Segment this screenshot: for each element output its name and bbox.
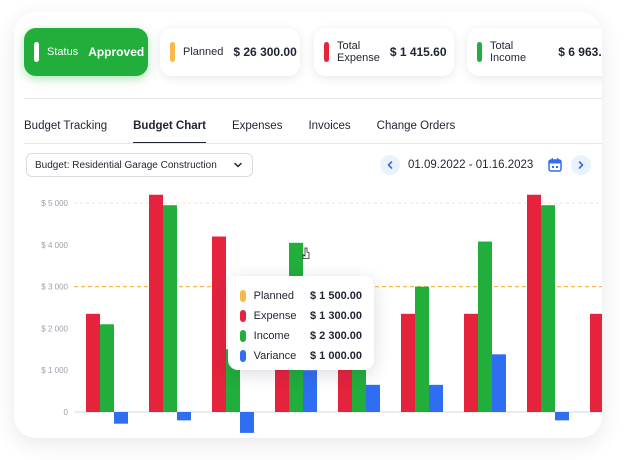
section-divider (24, 98, 602, 99)
calendar-icon[interactable] (547, 157, 563, 173)
prev-range-button[interactable] (380, 155, 400, 175)
expense-bar (149, 194, 163, 412)
status-badge: Status Approved (24, 28, 148, 76)
chevron-right-icon (579, 161, 584, 169)
expense-bar (86, 313, 100, 412)
tooltip-label: Income (253, 330, 290, 342)
tooltip-value: $ 2 300.00 (310, 330, 362, 342)
tab-change-orders[interactable]: Change Orders (377, 120, 456, 144)
tooltip-label: Expense (253, 310, 297, 322)
variance-bar (177, 412, 191, 421)
expense-bar (464, 313, 478, 412)
tab-bar: Budget Tracking Budget Chart Expenses In… (24, 120, 481, 144)
income-indicator (477, 42, 482, 62)
status-indicator (34, 42, 39, 62)
budget-select[interactable]: Budget: Residential Garage Construction (26, 153, 253, 177)
tab-budget-chart[interactable]: Budget Chart (133, 120, 206, 144)
tooltip-row-planned: Planned $ 1 500.00 (240, 286, 362, 306)
variance-bar (492, 354, 506, 412)
chevron-down-icon (234, 162, 242, 168)
kpi-total-income: Total Income $ 6 963.28 (467, 28, 602, 76)
tooltip-label: Planned (253, 290, 295, 302)
tab-expenses[interactable]: Expenses (232, 120, 283, 144)
expense-label: Total Expense (337, 40, 380, 64)
planned-indicator (170, 42, 175, 62)
expense-indicator (324, 42, 329, 62)
expense-bar (212, 236, 226, 412)
chart-tooltip: Planned $ 1 500.00 Expense $ 1 300.00 In… (228, 276, 374, 370)
tooltip-row-income: Income $ 2 300.00 (240, 326, 362, 346)
y-tick-label: $ 3 000 (41, 283, 68, 292)
income-bar (415, 286, 429, 412)
variance-bar (303, 370, 317, 412)
tooltip-value: $ 1 000.00 (310, 350, 362, 362)
y-tick-label: $ 5 000 (41, 199, 68, 208)
variance-bar (555, 412, 569, 421)
planned-label: Planned (183, 46, 224, 58)
y-tick-label: 0 (64, 408, 69, 417)
tooltip-value: $ 1 300.00 (310, 310, 362, 322)
tooltip-label: Variance (253, 350, 297, 362)
variance-dot (240, 350, 246, 362)
income-bar (100, 324, 114, 412)
tab-invoices[interactable]: Invoices (308, 120, 350, 144)
variance-bar (114, 412, 128, 424)
status-value: Approved (88, 45, 145, 59)
variance-bar (429, 384, 443, 412)
date-range-picker: 01.09.2022 - 01.16.2023 (380, 154, 592, 176)
tab-underline (24, 143, 602, 144)
expense-value: $ 1 415.60 (389, 45, 447, 59)
tooltip-value: $ 1 500.00 (310, 290, 362, 302)
next-range-button[interactable] (571, 155, 592, 175)
budget-card: Status Approved Planned $ 26 300.00 Tota… (14, 12, 602, 438)
variance-bar (240, 412, 254, 433)
tooltip-row-expense: Expense $ 1 300.00 (240, 306, 362, 326)
expense-bar (527, 194, 541, 412)
chevron-left-icon (387, 161, 393, 169)
kpi-strip: Status Approved Planned $ 26 300.00 Tota… (24, 28, 602, 78)
income-dot (240, 330, 246, 342)
budget-select-value: Budget: Residential Garage Construction (35, 159, 217, 171)
planned-dot (240, 290, 246, 302)
expense-dot (240, 310, 246, 322)
expense-bar (590, 313, 602, 412)
y-tick-label: $ 4 000 (41, 241, 68, 250)
tooltip-row-variance: Variance $ 1 000.00 (240, 346, 362, 366)
income-bar (163, 205, 177, 412)
y-tick-label: $ 1 000 (41, 366, 68, 375)
income-value: $ 6 963.28 (558, 45, 602, 59)
income-bar (541, 205, 555, 412)
y-tick-label: $ 2 000 (41, 324, 68, 333)
variance-bar (366, 384, 380, 412)
planned-value: $ 26 300.00 (233, 45, 297, 59)
date-range-text: 01.09.2022 - 01.16.2023 (408, 159, 534, 171)
income-bar (478, 241, 492, 412)
expense-bar (401, 313, 415, 412)
hand-cursor-icon (302, 247, 310, 259)
kpi-planned: Planned $ 26 300.00 (160, 28, 300, 76)
kpi-total-expense: Total Expense $ 1 415.60 (314, 28, 454, 76)
status-label: Status (47, 46, 79, 58)
tab-budget-tracking[interactable]: Budget Tracking (24, 120, 107, 144)
income-label: Total Income (490, 40, 527, 64)
